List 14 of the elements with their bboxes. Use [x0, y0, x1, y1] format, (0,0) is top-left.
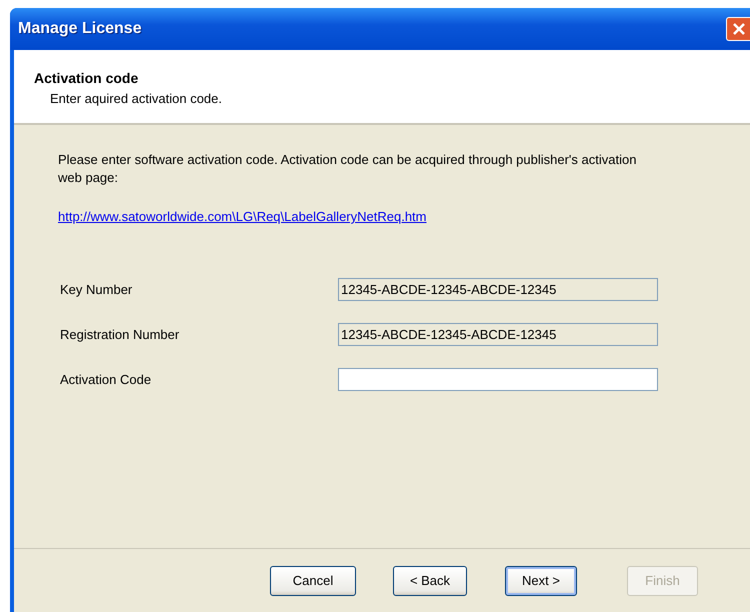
wizard-button[interactable]: Next >: [505, 566, 577, 596]
field-label: Registration Number: [60, 327, 180, 342]
field-label: Key Number: [60, 282, 134, 297]
input-field[interactable]: [338, 368, 658, 391]
field-label: Activation Code: [60, 372, 152, 387]
close-icon: [732, 22, 746, 36]
wizard-button[interactable]: Cancel: [270, 566, 356, 596]
header-title: Activation code: [34, 70, 140, 86]
activation-link[interactable]: http://www.satoworldwide.com\LG\Req\LabelGalleryNetReq.htm: [58, 209, 426, 224]
window-title: Manage License: [18, 20, 142, 38]
wizard-button[interactable]: < Back: [393, 566, 467, 596]
intro-text: Please enter software activation code. Activation code can be acquired through publisher's activation web page:: [58, 151, 638, 187]
header-subtitle: Enter aquired activation code.: [50, 91, 223, 106]
close-button[interactable]: [726, 17, 750, 41]
